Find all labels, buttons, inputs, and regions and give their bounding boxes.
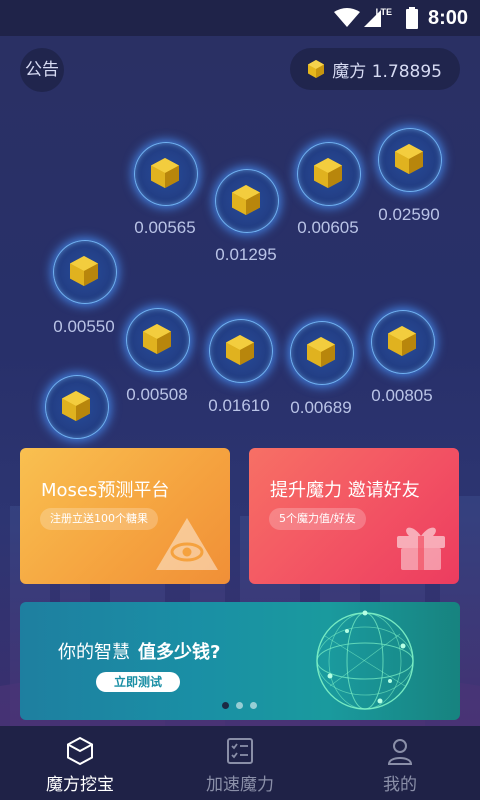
mining-area: 公告 魔方 1.78895 0.00565 0.01295 0.00605 0.… [0, 36, 480, 726]
mining-orb[interactable] [53, 240, 117, 304]
network-globe-graphic [316, 610, 414, 710]
card-title: Moses预测平台 [41, 480, 170, 501]
magic-cube-icon [143, 324, 171, 354]
mining-orb[interactable] [290, 321, 354, 385]
eye-pyramid-icon [156, 518, 218, 570]
orb-value: 0.00805 [371, 386, 433, 405]
banner-headline: 你的智慧 值多少钱? [58, 638, 220, 664]
card-subtitle-chip: 注册立送100个糖果 [40, 508, 158, 530]
magic-cube-icon [307, 337, 335, 367]
magic-cube-icon [232, 185, 260, 215]
mining-orb[interactable] [297, 142, 361, 206]
user-icon [387, 739, 413, 765]
mining-orb[interactable] [378, 128, 442, 192]
orb-value: 0.01295 [215, 245, 277, 264]
carousel-dot[interactable] [236, 702, 243, 709]
gift-icon [397, 527, 445, 570]
card-title: 提升魔力 邀请好友 [270, 480, 420, 501]
status-bar: LTE 8:00 [0, 0, 480, 36]
prediction-platform-card[interactable]: Moses预测平台 注册立送100个糖果 [20, 448, 230, 584]
carousel-dot[interactable] [222, 702, 229, 709]
tab-cube-treasure[interactable]: 魔方挖宝 [0, 726, 160, 800]
mining-orb[interactable] [126, 308, 190, 372]
status-icons: LTE 8:00 [333, 6, 468, 30]
magic-cube-icon [395, 144, 423, 174]
magic-cube-icon [226, 335, 254, 365]
checklist-icon [227, 738, 253, 764]
magic-cube-icon [151, 158, 179, 188]
magic-cube-icon [62, 391, 90, 421]
banner-text-prefix: 你的智慧 [58, 642, 130, 663]
orb-value: 0.02590 [378, 205, 440, 224]
mining-orb[interactable] [45, 375, 109, 439]
mining-orb[interactable] [371, 310, 435, 374]
carousel-indicator[interactable] [222, 702, 257, 709]
start-test-button[interactable]: 立即测试 [96, 672, 180, 692]
magic-cube-icon [308, 60, 325, 78]
balance-pill[interactable]: 魔方 1.78895 [290, 48, 460, 90]
network-type: LTE [375, 7, 392, 17]
cube-outline-icon [67, 736, 93, 766]
tab-boost-power[interactable]: 加速魔力 [160, 726, 320, 800]
wifi-icon [333, 8, 360, 27]
nav-label: 我的 [383, 775, 417, 795]
balance-text: 魔方 1.78895 [332, 61, 442, 82]
nav-label: 加速魔力 [206, 775, 274, 795]
quiz-banner[interactable]: 你的智慧 值多少钱? 立即测试 [20, 602, 460, 720]
announcement-button[interactable]: 公告 [20, 48, 64, 92]
mining-orb[interactable] [134, 142, 198, 206]
tab-profile[interactable]: 我的 [320, 726, 480, 800]
status-time: 8:00 [427, 6, 468, 29]
invite-friends-card[interactable]: 提升魔力 邀请好友 5个魔力值/好友 [249, 448, 459, 584]
banner-text-emphasis: 值多少钱? [138, 642, 221, 663]
bottom-navigation: 魔方挖宝 加速魔力 我的 [0, 726, 480, 800]
card-subtitle-chip: 5个魔力值/好友 [269, 508, 366, 530]
battery-icon [405, 7, 418, 29]
nav-label: 魔方挖宝 [46, 775, 114, 795]
orb-value: 0.00565 [134, 218, 196, 237]
mining-orb[interactable] [209, 319, 273, 383]
carousel-dot[interactable] [250, 702, 257, 709]
magic-cube-icon [70, 256, 98, 286]
magic-cube-icon [314, 158, 342, 188]
magic-cube-icon [388, 326, 416, 356]
